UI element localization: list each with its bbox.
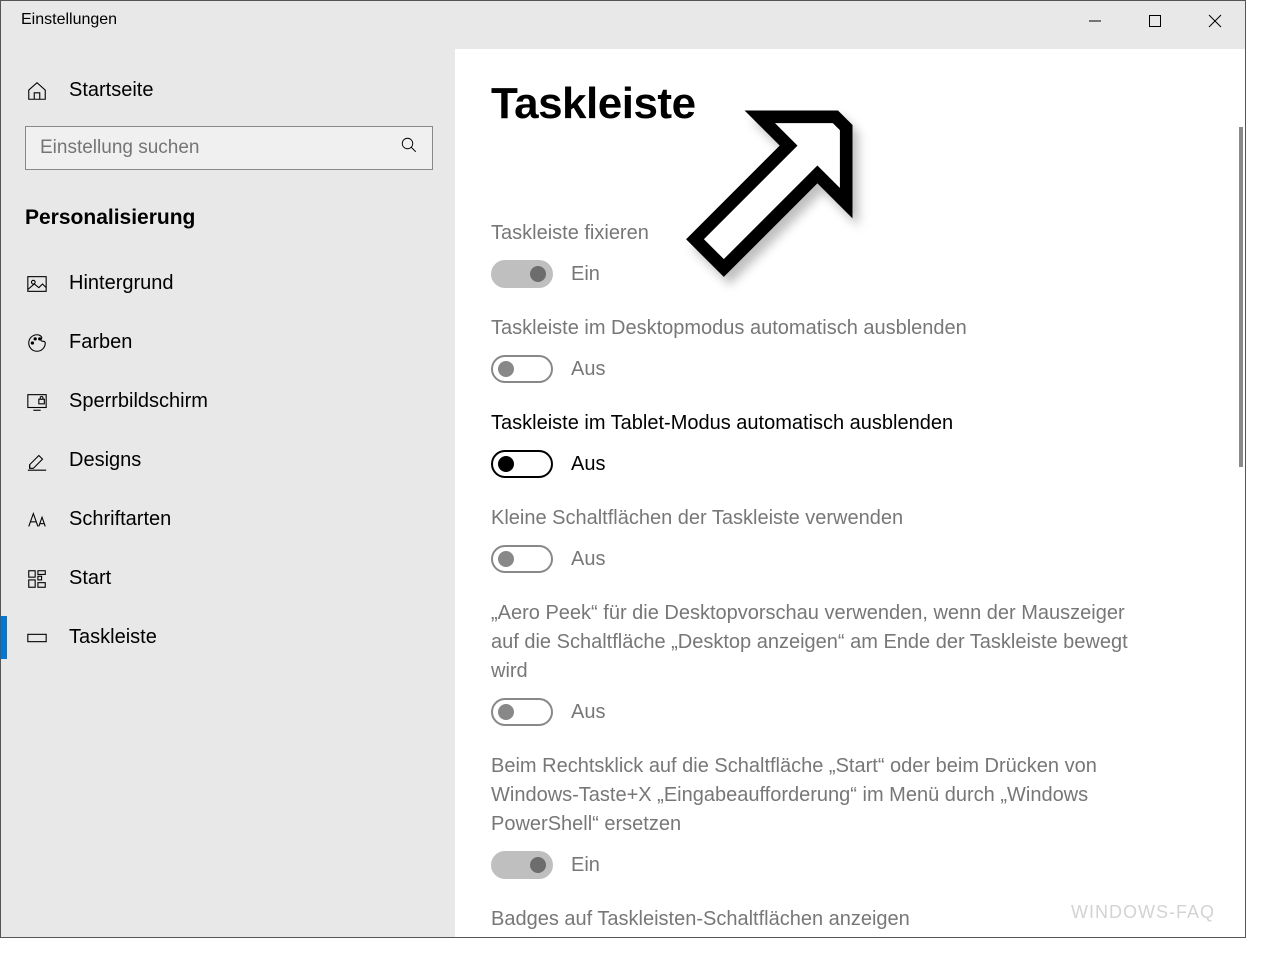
search-box[interactable] — [25, 126, 433, 170]
sidebar-item-label: Farben — [69, 331, 132, 354]
sidebar-item-label: Designs — [69, 449, 141, 472]
search-icon — [400, 136, 418, 160]
sidebar-item-label: Schriftarten — [69, 508, 171, 531]
sidebar-item-taskleiste[interactable]: Taskleiste — [1, 608, 455, 667]
taskbar-icon — [25, 627, 49, 649]
setting-item: Taskleiste im Desktopmodus automatisch a… — [491, 314, 1131, 383]
home-icon — [25, 80, 49, 102]
font-icon — [25, 509, 49, 531]
setting-item: Beim Rechtsklick auf die Schaltfläche „S… — [491, 752, 1131, 879]
setting-label: „Aero Peek“ für die Desktopvorschau verw… — [491, 599, 1131, 686]
toggle-switch[interactable] — [491, 851, 553, 879]
setting-label: Taskleiste im Desktopmodus automatisch a… — [491, 314, 1131, 343]
page-title: Taskleiste — [491, 79, 1245, 129]
palette-icon — [25, 332, 49, 354]
toggle-state: Aus — [571, 548, 605, 571]
sidebar: Startseite Personalisierung Hintergrund F… — [1, 49, 455, 937]
sidebar-category: Personalisierung — [1, 200, 455, 254]
watermark: WINDOWS-FAQ — [1071, 902, 1215, 923]
settings-window: Einstellungen Startseite — [0, 0, 1246, 938]
setting-item: „Aero Peek“ für die Desktopvorschau verw… — [491, 599, 1131, 726]
toggle-switch[interactable] — [491, 450, 553, 478]
setting-label: Taskleiste im Tablet-Modus automatisch a… — [491, 409, 1131, 438]
close-button[interactable] — [1185, 1, 1245, 41]
sidebar-item-label: Sperrbildschirm — [69, 390, 208, 413]
sidebar-item-label: Taskleiste — [69, 626, 157, 649]
setting-item: Kleine Schaltflächen der Taskleiste verw… — [491, 504, 1131, 573]
setting-label: Beim Rechtsklick auf die Schaltfläche „S… — [491, 752, 1131, 839]
sidebar-item-label: Hintergrund — [69, 272, 174, 295]
picture-icon — [25, 273, 49, 295]
toggle-state: Ein — [571, 263, 600, 286]
toggle-switch[interactable] — [491, 260, 553, 288]
scrollbar[interactable] — [1239, 127, 1243, 467]
lockscreen-icon — [25, 391, 49, 413]
tiles-icon — [25, 568, 49, 590]
toggle-switch[interactable] — [491, 545, 553, 573]
sidebar-item-schriftarten[interactable]: Schriftarten — [1, 490, 455, 549]
sidebar-item-hintergrund[interactable]: Hintergrund — [1, 254, 455, 313]
sidebar-item-sperrbildschirm[interactable]: Sperrbildschirm — [1, 372, 455, 431]
window-title: Einstellungen — [1, 1, 137, 39]
setting-label: Badges auf Taskleisten-Schaltflächen anz… — [491, 905, 1131, 934]
sidebar-item-label: Start — [69, 567, 111, 590]
search-input[interactable] — [40, 137, 380, 159]
maximize-icon — [1148, 14, 1162, 28]
maximize-button[interactable] — [1125, 1, 1185, 41]
content-area: Taskleiste Taskleiste fixierenEinTasklei… — [455, 49, 1245, 937]
brush-icon — [25, 450, 49, 472]
toggle-state: Aus — [571, 453, 605, 476]
settings-list: Taskleiste fixieren Ein Taskleiste im Desk… — [491, 219, 1245, 937]
minimize-icon — [1088, 14, 1102, 28]
toggle-switch[interactable] — [491, 355, 553, 383]
minimize-button[interactable] — [1065, 1, 1125, 41]
window-buttons — [1065, 1, 1245, 41]
setting-item: Taskleiste fixieren Ein — [491, 219, 1131, 288]
titlebar: Einstellungen — [1, 1, 1245, 49]
setting-item: Taskleiste im Tablet-Modus automatisch a… — [491, 409, 1131, 478]
toggle-state: Aus — [571, 358, 605, 381]
sidebar-item-designs[interactable]: Designs — [1, 431, 455, 490]
close-icon — [1208, 14, 1222, 28]
sidebar-nav: Hintergrund Farben Sperrbildschirm Designs S… — [1, 254, 455, 667]
sidebar-home[interactable]: Startseite — [1, 49, 455, 126]
sidebar-item-farben[interactable]: Farben — [1, 313, 455, 372]
toggle-state: Aus — [571, 701, 605, 724]
setting-label: Taskleiste fixieren — [491, 219, 1131, 248]
toggle-state: Ein — [571, 854, 600, 877]
setting-label: Kleine Schaltflächen der Taskleiste verw… — [491, 504, 1131, 533]
setting-item: Badges auf Taskleisten-Schaltflächen anz… — [491, 905, 1131, 937]
toggle-switch[interactable] — [491, 698, 553, 726]
sidebar-home-label: Startseite — [69, 79, 153, 102]
sidebar-item-start[interactable]: Start — [1, 549, 455, 608]
